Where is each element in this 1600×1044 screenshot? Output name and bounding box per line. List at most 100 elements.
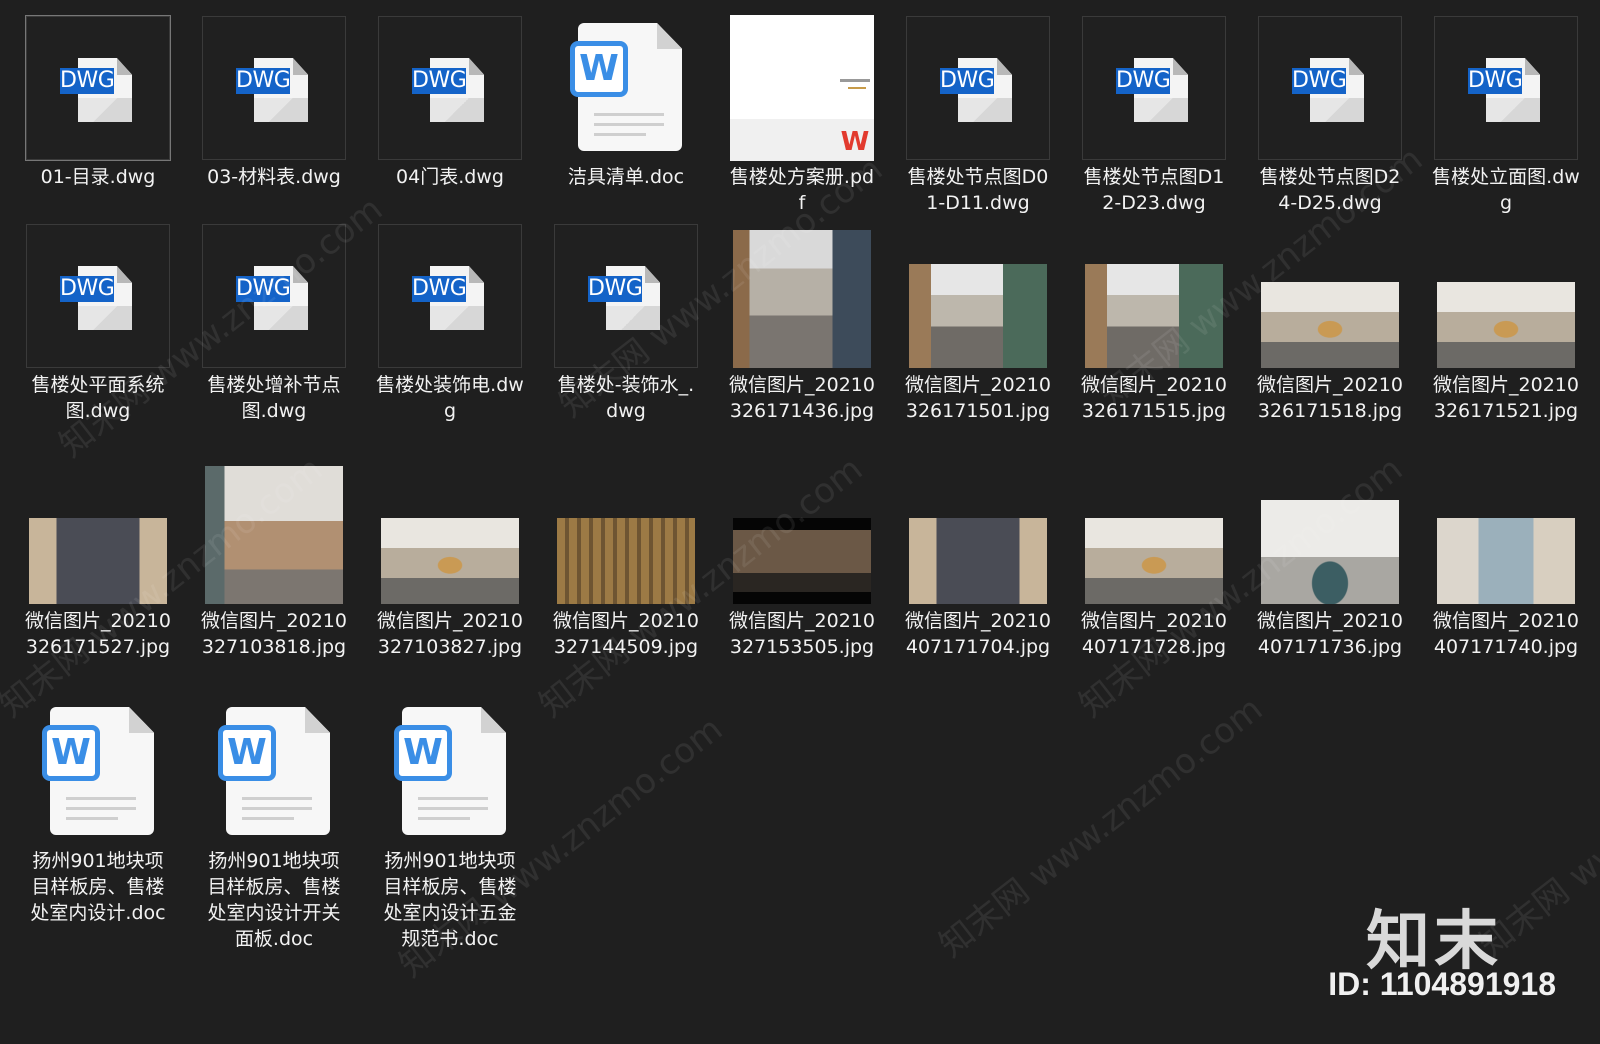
file-thumbnail bbox=[1082, 224, 1226, 368]
dwg-file-icon: DWG bbox=[412, 260, 488, 332]
file-thumbnail: DWG bbox=[202, 16, 346, 160]
file-name-label: 售楼处平面系统图.dwg bbox=[31, 374, 165, 422]
dwg-file-icon: DWG bbox=[236, 52, 312, 124]
dwg-file-icon: DWG bbox=[940, 52, 1016, 124]
file-item[interactable]: DWG 售楼处立面图.dwg bbox=[1426, 16, 1586, 216]
dwg-tag: DWG bbox=[1292, 68, 1347, 94]
dwg-file-icon: DWG bbox=[588, 260, 664, 332]
file-thumbnail: W bbox=[378, 700, 522, 844]
file-item[interactable]: DWG 售楼处节点图D12-D23.dwg bbox=[1074, 16, 1234, 216]
file-name-label: 扬州901地块项目样板房、售楼处室内设计.doc bbox=[30, 850, 166, 924]
file-item[interactable]: W 售楼处方案册.pdf bbox=[722, 15, 882, 216]
file-name-label: 售楼处增补节点图.dwg bbox=[207, 374, 341, 422]
dwg-tag: DWG bbox=[588, 276, 643, 302]
file-item[interactable]: 微信图片_20210407171728.jpg bbox=[1074, 460, 1234, 660]
file-thumbnail bbox=[1258, 460, 1402, 604]
word-letter: W bbox=[570, 41, 628, 97]
file-item[interactable]: 微信图片_20210327103818.jpg bbox=[194, 460, 354, 660]
word-letter: W bbox=[394, 725, 452, 781]
file-item[interactable]: 微信图片_20210407171740.jpg bbox=[1426, 460, 1586, 660]
file-thumbnail: DWG bbox=[1082, 16, 1226, 160]
wps-logo-icon: W bbox=[840, 127, 870, 157]
image-preview bbox=[1261, 500, 1399, 604]
image-preview bbox=[29, 518, 167, 604]
dwg-tag: DWG bbox=[236, 276, 291, 302]
file-name-label: 售楼处节点图D01-D11.dwg bbox=[907, 166, 1049, 214]
image-preview bbox=[733, 518, 871, 604]
file-item[interactable]: DWG 售楼处增补节点图.dwg bbox=[194, 224, 354, 424]
file-name-label: 微信图片_20210327144509.jpg bbox=[553, 610, 699, 658]
file-name-label: 洁具清单.doc bbox=[567, 166, 685, 188]
file-thumbnail: DWG bbox=[906, 16, 1050, 160]
dwg-file-icon: DWG bbox=[1292, 52, 1368, 124]
file-item[interactable]: 微信图片_20210326171527.jpg bbox=[18, 460, 178, 660]
dwg-tag: DWG bbox=[60, 68, 115, 94]
file-thumbnail: DWG bbox=[26, 224, 170, 368]
file-thumbnail: DWG bbox=[1258, 16, 1402, 160]
file-thumbnail: DWG bbox=[378, 224, 522, 368]
dwg-tag: DWG bbox=[236, 68, 291, 94]
image-preview bbox=[1085, 518, 1223, 604]
file-thumbnail: DWG bbox=[554, 224, 698, 368]
file-name-label: 微信图片_20210407171740.jpg bbox=[1433, 610, 1579, 658]
file-item[interactable]: DWG 售楼处-装饰水_.dwg bbox=[546, 224, 706, 424]
file-item[interactable]: W 扬州901地块项目样板房、售楼处室内设计.doc bbox=[18, 700, 178, 926]
file-name-label: 微信图片_20210326171521.jpg bbox=[1433, 374, 1579, 422]
file-item[interactable]: W 扬州901地块项目样板房、售楼处室内设计五金规范书.doc bbox=[370, 700, 530, 952]
dwg-tag: DWG bbox=[1468, 68, 1523, 94]
image-preview bbox=[733, 230, 871, 368]
file-name-label: 售楼处装饰电.dwg bbox=[376, 374, 524, 422]
file-item[interactable]: 微信图片_20210326171436.jpg bbox=[722, 224, 882, 424]
file-thumbnail: DWG bbox=[1434, 16, 1578, 160]
file-thumbnail bbox=[378, 460, 522, 604]
file-thumbnail bbox=[26, 460, 170, 604]
file-item[interactable]: 微信图片_20210327144509.jpg bbox=[546, 460, 706, 660]
file-item[interactable]: 微信图片_20210407171704.jpg bbox=[898, 460, 1058, 660]
file-item[interactable]: DWG 售楼处平面系统图.dwg bbox=[18, 224, 178, 424]
file-item[interactable]: DWG 01-目录.dwg bbox=[18, 15, 178, 190]
file-name-label: 微信图片_20210326171527.jpg bbox=[25, 610, 171, 658]
file-name-label: 微信图片_20210326171436.jpg bbox=[729, 374, 875, 422]
file-name-label: 售楼处立面图.dwg bbox=[1432, 166, 1580, 214]
file-item[interactable]: DWG 售楼处节点图D01-D11.dwg bbox=[898, 16, 1058, 216]
file-item[interactable]: 微信图片_20210326171501.jpg bbox=[898, 224, 1058, 424]
dwg-tag: DWG bbox=[412, 276, 467, 302]
file-name-label: 微信图片_20210407171728.jpg bbox=[1081, 610, 1227, 658]
dwg-file-icon: DWG bbox=[1468, 52, 1544, 124]
file-thumbnail bbox=[1082, 460, 1226, 604]
word-document-icon: W bbox=[218, 707, 330, 837]
image-preview bbox=[381, 518, 519, 604]
pdf-preview: W bbox=[730, 15, 874, 161]
file-item[interactable]: W 扬州901地块项目样板房、售楼处室内设计开关面板.doc bbox=[194, 700, 354, 952]
file-item[interactable]: 微信图片_20210407171736.jpg bbox=[1250, 460, 1410, 660]
file-name-label: 01-目录.dwg bbox=[40, 166, 156, 188]
file-item[interactable]: DWG 售楼处装饰电.dwg bbox=[370, 224, 530, 424]
file-item[interactable]: DWG 售楼处节点图D24-D25.dwg bbox=[1250, 16, 1410, 216]
image-preview bbox=[557, 518, 695, 604]
file-name-label: 扬州901地块项目样板房、售楼处室内设计五金规范书.doc bbox=[383, 850, 517, 950]
file-name-label: 售楼处节点图D12-D23.dwg bbox=[1083, 166, 1225, 214]
file-name-label: 微信图片_20210327103827.jpg bbox=[377, 610, 523, 658]
image-preview bbox=[1085, 264, 1223, 368]
file-item[interactable]: DWG 04门表.dwg bbox=[370, 16, 530, 190]
file-thumbnail bbox=[1434, 224, 1578, 368]
file-thumbnail: DWG bbox=[378, 16, 522, 160]
image-preview bbox=[205, 466, 343, 604]
image-preview bbox=[1261, 282, 1399, 368]
file-item[interactable]: DWG 03-材料表.dwg bbox=[194, 16, 354, 190]
file-name-label: 微信图片_20210326171518.jpg bbox=[1257, 374, 1403, 422]
file-item[interactable]: 微信图片_20210326171518.jpg bbox=[1250, 224, 1410, 424]
watermark: 知末网 www.znzmo.com bbox=[932, 689, 1271, 966]
file-item[interactable]: W 洁具清单.doc bbox=[546, 16, 706, 190]
file-thumbnail bbox=[1434, 460, 1578, 604]
file-thumbnail: DWG bbox=[202, 224, 346, 368]
file-thumbnail bbox=[554, 460, 698, 604]
dwg-file-icon: DWG bbox=[60, 260, 136, 332]
file-item[interactable]: 微信图片_20210327153505.jpg bbox=[722, 460, 882, 660]
file-item[interactable]: 微信图片_20210326171515.jpg bbox=[1074, 224, 1234, 424]
word-document-icon: W bbox=[394, 707, 506, 837]
file-item[interactable]: 微信图片_20210326171521.jpg bbox=[1426, 224, 1586, 424]
word-letter: W bbox=[218, 725, 276, 781]
file-item[interactable]: 微信图片_20210327103827.jpg bbox=[370, 460, 530, 660]
dwg-tag: DWG bbox=[1116, 68, 1171, 94]
